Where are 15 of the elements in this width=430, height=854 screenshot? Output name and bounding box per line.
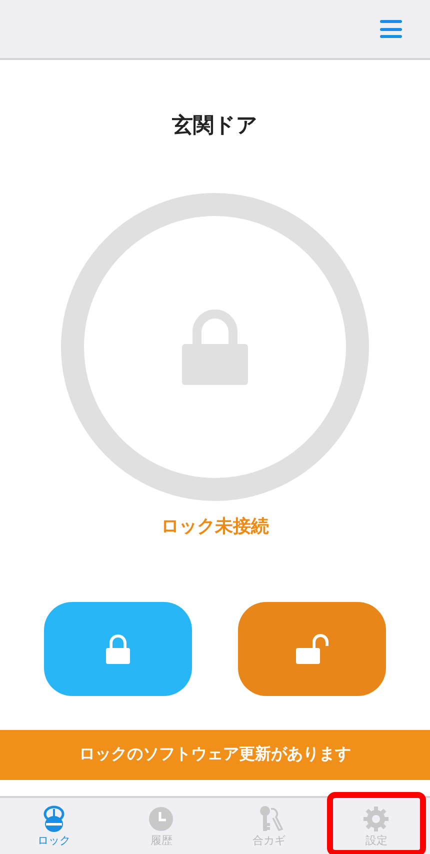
lock-name: 玄関ドア [172, 112, 258, 139]
unlocked-lock-icon [295, 632, 329, 664]
tab[interactable]: 合カギ [252, 802, 286, 850]
lock-icon [182, 306, 248, 386]
tab[interactable]: ロック [37, 802, 70, 850]
tab[interactable]: 設定 [362, 802, 390, 850]
menu-button[interactable] [380, 19, 402, 39]
lock-button[interactable] [44, 602, 192, 696]
gear-icon [362, 804, 390, 833]
update-banner[interactable]: ロックのソフトウェア更新があります [0, 730, 430, 780]
tab[interactable]: 履歴 [147, 802, 176, 850]
clock-icon [147, 804, 176, 833]
unlock-button[interactable] [238, 602, 386, 696]
lock-icon [105, 632, 131, 664]
connection-status: ロック未接続 [161, 514, 269, 538]
